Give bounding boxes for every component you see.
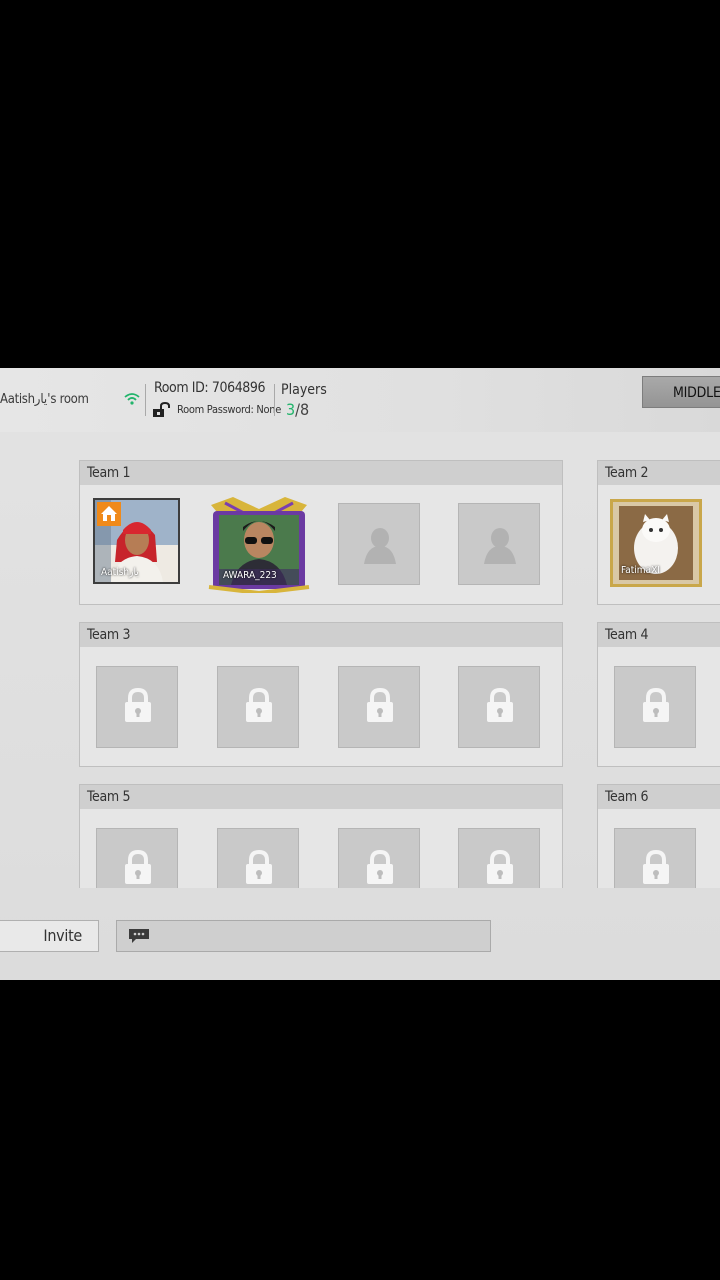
empty-slot[interactable] (338, 503, 420, 585)
person-placeholder-icon (364, 528, 396, 564)
invite-friend-button[interactable]: Invite Friend (0, 920, 99, 952)
locked-slot (338, 666, 420, 748)
team-2-header: Team 2 (598, 461, 720, 485)
home-icon (101, 506, 117, 521)
locked-slot (614, 666, 696, 748)
player-slot-2[interactable]: AWARA_223 (207, 495, 311, 593)
empty-slot[interactable] (458, 503, 540, 585)
locked-slot (96, 828, 178, 888)
locked-slot (458, 828, 540, 888)
team-4-panel: Team 4 (597, 622, 720, 767)
team-5-header: Team 5 (80, 785, 562, 809)
lock-icon (246, 849, 272, 884)
team-6-header: Team 6 (598, 785, 720, 809)
team-3-panel: Team 3 (79, 622, 563, 767)
bottom-bar: Invite Friend (0, 888, 720, 980)
host-badge (97, 502, 121, 526)
player-name: AWARA_223 (223, 570, 277, 581)
chat-input[interactable] (116, 920, 491, 952)
player-name: Aatishیار (101, 567, 139, 578)
locked-slot (96, 666, 178, 748)
locked-slot (217, 666, 299, 748)
lock-icon (643, 849, 669, 884)
team-2-panel: Team 2 FatimaXI (597, 460, 720, 605)
lock-icon (487, 687, 513, 722)
player-slot-1[interactable]: Aatishیار (93, 498, 180, 584)
locked-slot (217, 828, 299, 888)
team-4-header: Team 4 (598, 623, 720, 647)
team-1-panel: Team 1 Aatishیار AWARA_223 (79, 460, 563, 605)
person-placeholder-icon (484, 528, 516, 564)
locked-slot (614, 828, 696, 888)
lock-icon (367, 849, 393, 884)
lock-icon (367, 687, 393, 722)
team-1-header: Team 1 (80, 461, 562, 485)
lock-icon (125, 687, 151, 722)
lock-icon (487, 849, 513, 884)
lock-icon (246, 687, 272, 722)
team-3-header: Team 3 (80, 623, 562, 647)
locked-slot (338, 828, 420, 888)
team-6-panel: Team 6 (597, 784, 720, 888)
room-screen: Aatishیار's room Room ID: 7064896 Room P… (0, 368, 720, 980)
player-name: FatimaXI (621, 565, 660, 576)
chat-icon (129, 929, 149, 943)
lock-icon (643, 687, 669, 722)
team-5-panel: Team 5 (79, 784, 563, 888)
locked-slot (458, 666, 540, 748)
lock-icon (125, 849, 151, 884)
teams-area: Team 1 Aatishیار AWARA_223 Team 2 Fatima… (0, 368, 720, 888)
player-slot-3[interactable]: FatimaXI (610, 499, 702, 587)
